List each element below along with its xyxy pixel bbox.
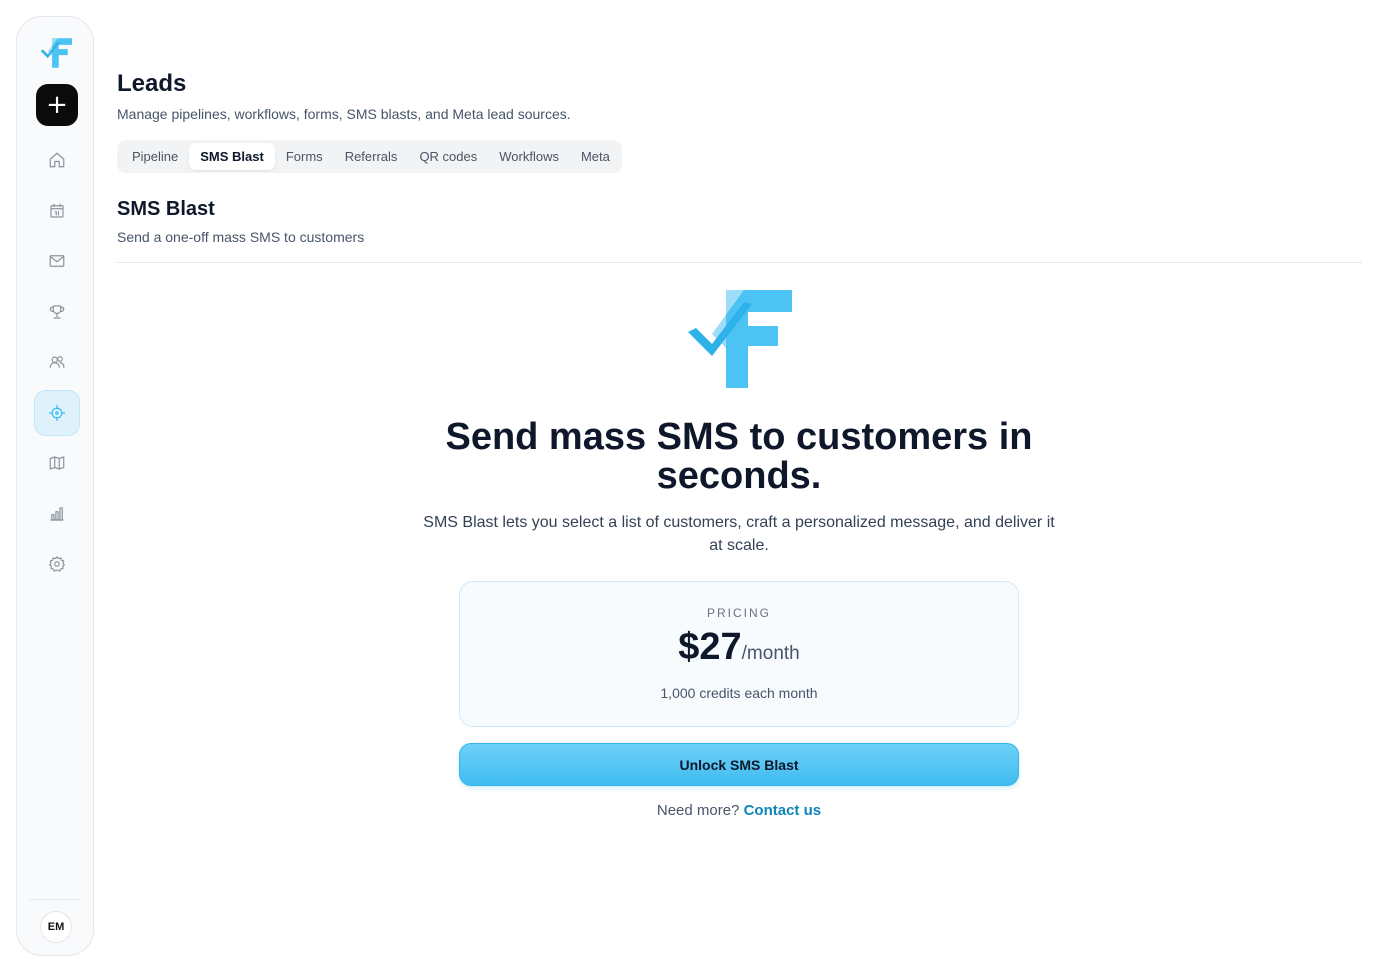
nav-leads[interactable] <box>34 390 80 436</box>
nav-trophy[interactable] <box>34 289 80 335</box>
gear-icon <box>49 556 65 572</box>
trophy-icon <box>49 305 65 319</box>
nav-mail[interactable] <box>34 238 80 284</box>
page-subtitle: Manage pipelines, workflows, forms, SMS … <box>117 106 571 122</box>
users-icon <box>49 356 65 368</box>
nav-users[interactable] <box>34 339 80 385</box>
nav-calendar[interactable] <box>34 188 80 234</box>
section-title: SMS Blast <box>117 198 215 220</box>
section-divider <box>117 262 1362 263</box>
tab-pipeline[interactable]: Pipeline <box>121 143 189 170</box>
need-more-line: Need more? Contact us <box>0 802 1400 819</box>
contact-us-link[interactable]: Contact us <box>744 802 822 819</box>
map-icon <box>49 456 65 470</box>
create-new-button[interactable]: + <box>36 84 78 126</box>
tab-forms[interactable]: Forms <box>275 143 334 170</box>
crosshair-icon <box>48 404 66 422</box>
credits-text: 1,000 credits each month <box>660 685 818 701</box>
mail-icon <box>49 255 65 267</box>
tab-workflows[interactable]: Workflows <box>488 143 570 170</box>
home-icon <box>49 152 65 168</box>
nav-home[interactable] <box>34 137 80 183</box>
tab-meta[interactable]: Meta <box>570 143 621 170</box>
brand-logo-icon <box>688 290 792 388</box>
leads-tabs: Pipeline SMS Blast Forms Referrals QR co… <box>117 140 622 173</box>
hero-headline: Send mass SMS to customers in seconds. <box>445 416 1033 497</box>
price-period: /month <box>741 643 800 664</box>
nav-reports[interactable] <box>34 491 80 537</box>
price-row: $27/month <box>460 626 1018 669</box>
need-more-text: Need more? <box>656 802 740 819</box>
tab-qr-codes[interactable]: QR codes <box>408 143 488 170</box>
nav-settings[interactable] <box>34 541 80 587</box>
unlock-sms-blast-button[interactable]: Unlock SMS Blast <box>459 743 1019 786</box>
calendar-icon <box>50 203 64 218</box>
pricing-card: PRICING $27/month 1,000 credits each mon… <box>459 581 1019 727</box>
brand-logo-icon[interactable] <box>40 37 72 69</box>
sidebar-divider <box>29 899 81 900</box>
hero-description: SMS Blast lets you select a list of cust… <box>423 514 1055 554</box>
page-title: Leads <box>117 70 187 97</box>
tab-sms-blast[interactable]: SMS Blast <box>189 143 275 170</box>
section-subtitle: Send a one-off mass SMS to customers <box>117 229 365 245</box>
avatar[interactable]: EM <box>40 911 72 943</box>
nav-map[interactable] <box>34 440 80 486</box>
pricing-label: PRICING <box>706 606 771 620</box>
price-amount: $27 <box>678 626 742 668</box>
tab-referrals[interactable]: Referrals <box>334 143 409 170</box>
bar-chart-icon <box>50 507 64 521</box>
